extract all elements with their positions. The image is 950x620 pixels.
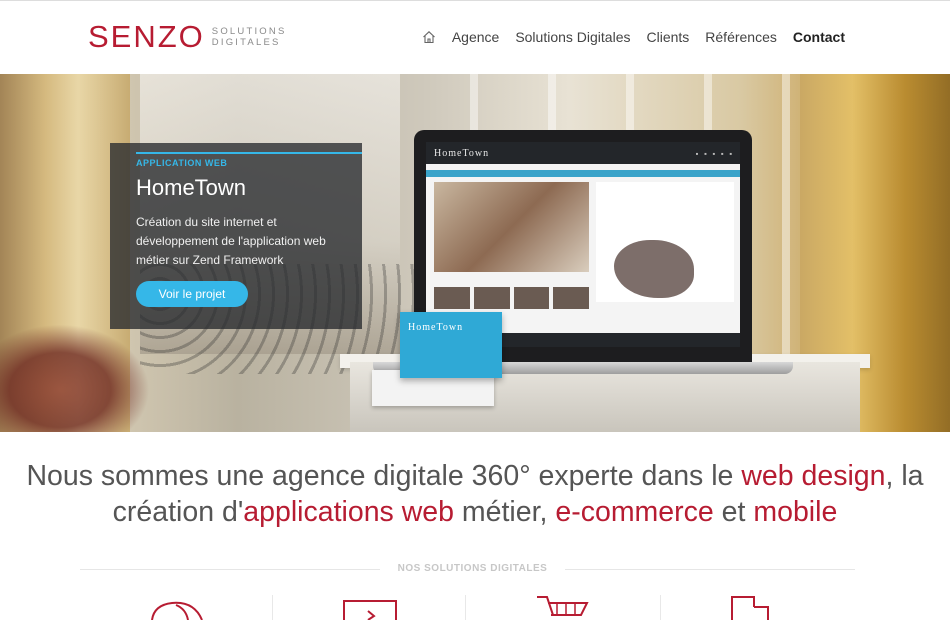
section-divider-left: [80, 569, 380, 570]
panel-tag-underline: [136, 152, 362, 154]
solutions-separator: [272, 595, 273, 620]
mockup-thumbnail: [513, 287, 550, 309]
project-description: Création du site internet et développeme…: [136, 215, 326, 267]
nav-clients[interactable]: Clients: [646, 29, 689, 45]
tagline-text-1: Nous sommes une agence digitale 360° exp…: [26, 460, 742, 492]
tagline-applications-web: applications web: [243, 496, 454, 528]
agency-tagline: Nous sommes une agence digitale 360° exp…: [0, 458, 950, 530]
project-overlay-panel: APPLICATION WEB HomeTown Création du sit…: [110, 143, 362, 329]
web-design-icon[interactable]: [150, 595, 210, 620]
hero-banner: HomeTown ■ ■ ■ ■ ■ HomeTown APPLICATION WEB: [0, 74, 950, 432]
mockup-header: HomeTown ■ ■ ■ ■ ■: [426, 142, 740, 164]
nav-agence[interactable]: Agence: [452, 29, 499, 45]
logo-subtitle-line2: DIGITALES: [211, 36, 281, 48]
web-application-icon[interactable]: [342, 595, 402, 620]
mockup-thumbnails: [434, 287, 589, 309]
business-card: HomeTown: [400, 312, 502, 378]
mockup-thumbnail: [553, 287, 589, 309]
logo-subtitle-line1: SOLUTIONS: [211, 25, 287, 37]
main-nav: Agence Solutions Digitales Clients Référ…: [422, 29, 845, 45]
business-card-logo: HomeTown: [408, 322, 464, 333]
mockup-nav: ■ ■ ■ ■ ■: [695, 150, 732, 156]
solutions-separator: [465, 595, 466, 620]
tagline-web-design: web design: [741, 460, 886, 492]
project-title: HomeTown: [136, 175, 247, 200]
mockup-thumbnail: [473, 287, 510, 309]
hero-armchair: [0, 324, 150, 432]
logo-subtitle: SOLUTIONS DIGITALES: [212, 26, 287, 48]
tagline-e-commerce: e-commerce: [555, 496, 714, 528]
tagline-text-4: et: [713, 496, 754, 528]
e-commerce-cart-icon[interactable]: [535, 595, 595, 620]
solutions-separator: [660, 595, 661, 620]
mockup-logo: HomeTown: [434, 147, 490, 159]
mockup-apartment-photo: [434, 182, 589, 272]
nav-contact[interactable]: Contact: [793, 29, 845, 45]
solutions-icons-row: [0, 595, 950, 620]
home-icon[interactable]: [422, 30, 436, 44]
solutions-heading: NOS SOLUTIONS DIGITALES: [397, 563, 548, 574]
project-category: APPLICATION WEB: [136, 158, 228, 168]
section-divider-right: [565, 569, 855, 570]
logo[interactable]: SENZO SOLUTIONS DIGITALES: [88, 21, 287, 52]
tagline-text-3: métier,: [454, 496, 556, 528]
mockup-search-bar: [426, 170, 740, 177]
site-header: SENZO SOLUTIONS DIGITALES Agence Solutio…: [0, 0, 950, 74]
mobile-icon[interactable]: [728, 595, 788, 620]
logo-wordmark: SENZO: [88, 19, 205, 54]
view-project-button[interactable]: Voir le projet: [136, 281, 248, 307]
nav-solutions-digitales[interactable]: Solutions Digitales: [515, 29, 630, 45]
tagline-mobile: mobile: [753, 496, 838, 528]
nav-references[interactable]: Références: [705, 29, 777, 45]
mockup-thumbnail: [434, 287, 470, 309]
